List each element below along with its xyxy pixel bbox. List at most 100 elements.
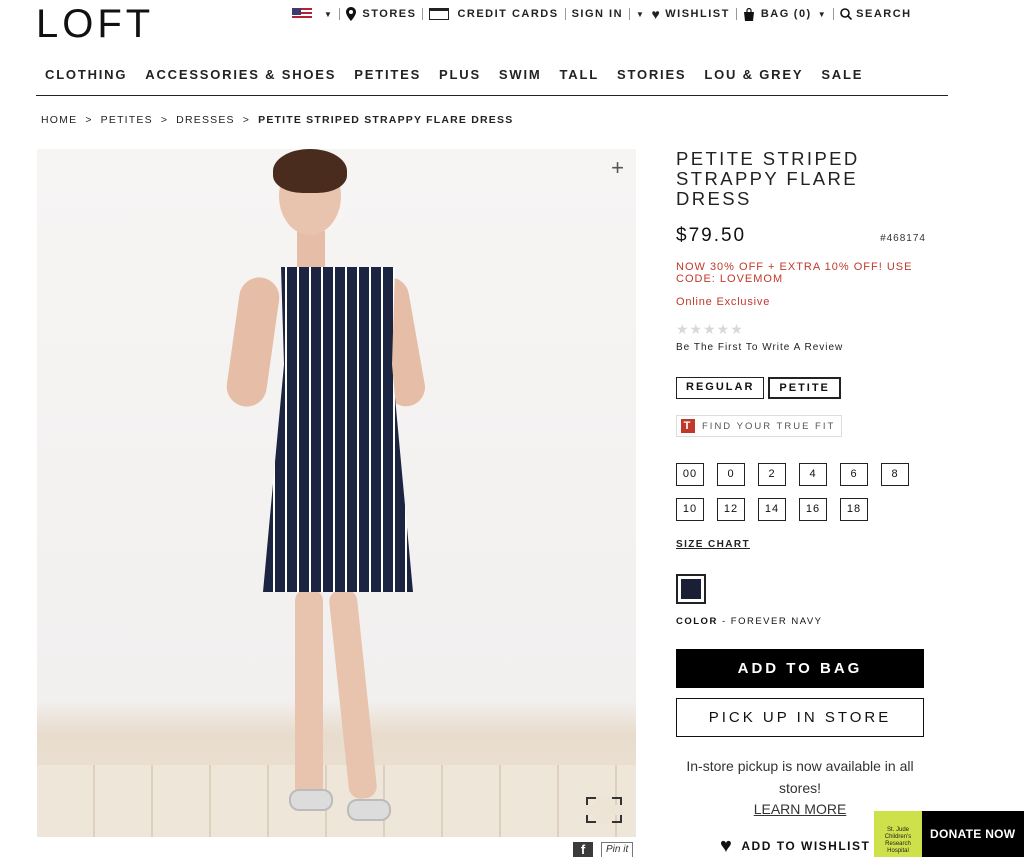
nav-item-stories[interactable]: STORIES [617,67,686,95]
true-fit-button[interactable]: T FIND YOUR TRUE FIT [676,415,843,437]
sign-in-dropdown[interactable]: ▼ [636,10,651,19]
chevron-down-icon: ▼ [817,9,828,19]
striped-dress [263,267,413,592]
size-option[interactable]: 18 [840,498,868,521]
stores-link[interactable]: STORES [346,7,416,21]
nav-item-sale[interactable]: SALE [821,67,863,95]
add-to-bag-button[interactable]: ADD TO BAG [676,649,924,688]
write-review-link[interactable]: Be The First To Write A Review [676,342,926,353]
breadcrumb-separator: > [85,114,93,126]
pickup-note: In-store pickup is now available in all … [686,758,914,796]
search-label: SEARCH [856,8,912,20]
divider [735,8,737,20]
product-sku: #468174 [880,233,926,244]
breadcrumb-home[interactable]: HOME [41,114,77,126]
promo-message: NOW 30% OFF + EXTRA 10% OFF! USE CODE: L… [676,261,913,285]
size-option[interactable]: 12 [717,498,745,521]
nav-item-clothing[interactable]: CLOTHING [45,67,127,95]
donate-banner[interactable]: St. Jude Children's Research Hospital DO… [874,811,1024,857]
add-to-wishlist-button[interactable]: ♥ ADD TO WISHLIST [720,836,870,856]
wishlist-link[interactable]: ♥ WISHLIST [651,6,729,22]
fit-selector: REGULAR PETITE [676,377,926,399]
country-selector[interactable]: ▼ [292,8,333,20]
nav-item-tall[interactable]: TALL [560,67,599,95]
color-swatch-forever-navy[interactable] [676,574,706,604]
facebook-icon[interactable]: f [573,842,593,857]
chevron-down-icon: ▼ [324,9,334,19]
location-pin-icon [346,7,357,21]
model-figure [224,149,447,829]
fit-option-petite[interactable]: PETITE [768,377,841,399]
share-bar: f Pin it [573,842,634,857]
color-line: COLOR - FOREVER NAVY [676,616,926,627]
fit-option-regular[interactable]: REGULAR [676,377,765,399]
shopping-bag-icon [743,7,754,21]
fullscreen-icon[interactable] [585,796,623,824]
credit-card-icon [429,8,450,20]
divider [564,8,566,20]
size-option[interactable]: 4 [799,463,827,486]
chevron-down-icon: ▼ [636,9,646,19]
breadcrumb: HOME > PETITES > DRESSES > PETITE STRIPE… [41,114,513,126]
breadcrumb-current: PETITE STRIPED STRAPPY FLARE DRESS [258,114,514,126]
color-label: COLOR [676,616,718,627]
size-option[interactable]: 2 [758,463,786,486]
stores-label: STORES [362,8,417,20]
size-option[interactable]: 14 [758,498,786,521]
utility-bar: ▼ STORES CREDIT CARDS SIGN IN ▼ ♥ WISHLI… [292,6,912,22]
credit-cards-link[interactable]: CREDIT CARDS [429,8,558,20]
loft-logo[interactable]: LOFT [36,2,154,47]
size-option[interactable]: 16 [799,498,827,521]
zoom-plus-icon[interactable]: + [611,155,624,181]
add-to-wishlist-label: ADD TO WISHLIST [741,839,871,853]
true-fit-logo-icon: T [681,419,695,433]
search-button[interactable]: SEARCH [840,8,911,20]
online-exclusive-label: Online Exclusive [676,296,771,308]
rating-stars[interactable]: ★★★★★ [676,321,926,338]
main-nav: CLOTHING ACCESSORIES & SHOES PETITES PLU… [36,64,948,96]
credit-cards-label: CREDIT CARDS [457,8,559,20]
nav-item-lou-grey[interactable]: LOU & GREY [704,67,803,95]
nav-item-petites[interactable]: PETITES [354,67,421,95]
divider [629,8,631,20]
wishlist-label: WISHLIST [665,8,730,20]
size-grid: 00 0 2 4 6 8 10 12 14 16 18 [676,463,926,521]
divider [833,8,835,20]
size-option[interactable]: 0 [717,463,745,486]
true-fit-label: FIND YOUR TRUE FIT [702,420,836,432]
size-option[interactable]: 6 [840,463,868,486]
pick-up-in-store-button[interactable]: PICK UP IN STORE [676,698,924,737]
size-option[interactable]: 8 [881,463,909,486]
color-separator: - [721,616,727,627]
nav-item-accessories-shoes[interactable]: ACCESSORIES & SHOES [145,67,336,95]
size-option[interactable]: 00 [676,463,704,486]
product-info: PETITE STRIPED STRAPPY FLARE DRESS $79.5… [676,149,926,817]
sign-in-link[interactable]: SIGN IN [572,8,623,20]
bag-link[interactable]: BAG (0) ▼ [743,7,828,21]
color-name: FOREVER NAVY [730,616,823,627]
heart-icon: ♥ [651,6,662,22]
search-icon [840,8,853,20]
nav-item-plus[interactable]: PLUS [439,67,481,95]
price-row: $79.50 #468174 [676,225,926,247]
product-main-image[interactable]: + [37,149,636,837]
product-title: PETITE STRIPED STRAPPY FLARE DRESS [676,148,860,209]
st-jude-logo: St. Jude Children's Research Hospital [874,811,922,857]
size-option[interactable]: 10 [676,498,704,521]
breadcrumb-dresses[interactable]: DRESSES [176,114,235,126]
pinterest-button[interactable]: Pin it [601,842,634,857]
product-price: $79.50 [676,225,747,246]
nav-item-swim[interactable]: SWIM [499,67,542,95]
bag-count: (0) [793,8,812,20]
breadcrumb-separator: > [242,114,251,126]
divider [339,8,341,20]
breadcrumb-separator: > [160,114,169,126]
sign-in-label: SIGN IN [571,8,624,20]
breadcrumb-petites[interactable]: PETITES [101,114,153,126]
divider [422,8,424,20]
heart-icon: ♥ [720,835,734,857]
us-flag-icon [292,8,312,20]
donate-label: DONATE NOW [930,827,1016,841]
bag-label: BAG [760,8,790,20]
size-chart-link[interactable]: SIZE CHART [676,539,926,550]
